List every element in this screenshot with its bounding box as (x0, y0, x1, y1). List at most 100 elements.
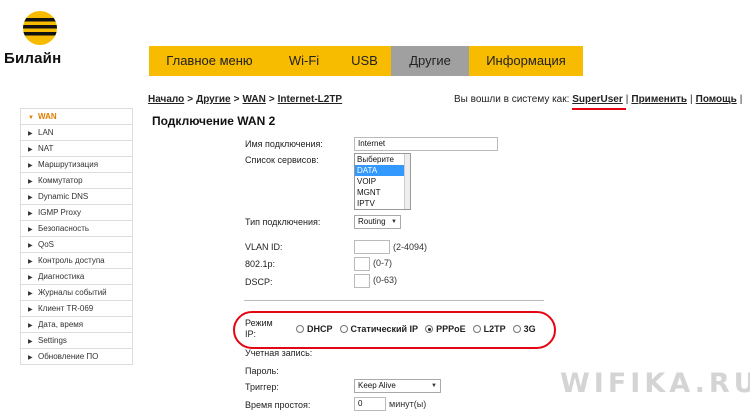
sidebar-item-nat[interactable]: ▶ NAT (20, 141, 133, 157)
sidebar-item-igmp[interactable]: ▶ IGMP Proxy (20, 205, 133, 221)
radio-button[interactable] (339, 325, 348, 333)
radio-button[interactable] (512, 325, 521, 333)
sidebar-item-label: Контроль доступа (38, 256, 105, 265)
sidebar-item-access-control[interactable]: ▶ Контроль доступа (20, 253, 133, 269)
radio-button[interactable] (472, 325, 481, 333)
vlan-id-input[interactable] (354, 240, 390, 254)
nav-other[interactable]: Другие (391, 46, 469, 76)
ip-mode-pppoe-radio[interactable]: PPPoE (425, 324, 466, 334)
section-divider (244, 300, 544, 301)
sidebar-item-settings[interactable]: ▶ Settings (20, 333, 133, 349)
radio-button-selected[interactable] (425, 325, 434, 333)
dscp-label: DSCP: (245, 277, 273, 287)
nav-wifi[interactable]: Wi-Fi (270, 46, 338, 76)
page-title: Подключение WAN 2 (152, 114, 276, 128)
service-option[interactable]: Выберите (355, 154, 410, 165)
service-option-selected[interactable]: DATA (355, 165, 410, 176)
service-option[interactable]: MGNT (355, 187, 410, 198)
sidebar-item-firmware-update[interactable]: ▶ Обновление ПО (20, 349, 133, 365)
ip-mode-dhcp-radio[interactable]: DHCP (296, 324, 333, 334)
breadcrumb-separator: > (268, 94, 275, 105)
sidebar-item-lan[interactable]: ▶ LAN (20, 125, 133, 141)
breadcrumb-other[interactable]: Другие (196, 94, 231, 105)
service-option[interactable]: IPTV (355, 198, 410, 209)
sidebar-item-qos[interactable]: ▶ QoS (20, 237, 133, 253)
sidebar-item-wan[interactable]: ▼ WAN (20, 109, 133, 125)
password-label: Пароль: (245, 366, 279, 376)
sidebar-item-label: Дата, время (38, 320, 84, 329)
breadcrumb-separator: > (187, 94, 194, 105)
trigger-select[interactable]: Keep Alive ▼ (354, 379, 441, 393)
dropdown-caret-icon: ▼ (431, 383, 437, 389)
8021p-input[interactable] (354, 257, 370, 271)
sidebar-item-datetime[interactable]: ▶ Дата, время (20, 317, 133, 333)
breadcrumb-home[interactable]: Начало (148, 94, 184, 105)
dscp-input[interactable] (354, 274, 370, 288)
ip-mode-l2tp-radio[interactable]: L2TP (472, 324, 506, 334)
chevron-right-icon: ▶ (28, 147, 33, 153)
breadcrumb-wan[interactable]: WAN (242, 94, 265, 105)
breadcrumb-separator: > (233, 94, 240, 105)
nav-usb[interactable]: USB (338, 46, 391, 76)
pipe-separator: | (739, 94, 743, 105)
chevron-right-icon: ▶ (28, 339, 33, 345)
sidebar-item-routing[interactable]: ▶ Маршрутизация (20, 157, 133, 173)
chevron-right-icon: ▶ (28, 323, 33, 329)
user-highlight-underline (572, 108, 626, 110)
sidebar-item-label: IGMP Proxy (38, 208, 81, 217)
chevron-right-icon: ▶ (28, 227, 33, 233)
radio-label: 3G (523, 324, 536, 334)
connection-name-input[interactable]: Internet (354, 137, 498, 151)
chevron-right-icon: ▶ (28, 275, 33, 281)
8021p-label: 802.1p: (245, 259, 276, 269)
ip-mode-radio-group: DHCP Статический IP PPPoE L2TP 3G (296, 324, 543, 334)
idle-time-input[interactable]: 0 (354, 397, 386, 411)
chevron-right-icon: ▶ (28, 131, 33, 137)
idle-time-unit: минут(ы) (389, 399, 427, 409)
sidebar-item-security[interactable]: ▶ Безопасность (20, 221, 133, 237)
help-link[interactable]: Помощь (696, 94, 737, 105)
beeline-logo[interactable]: Билайн (4, 10, 74, 70)
ip-mode-static-radio[interactable]: Статический IP (339, 324, 419, 334)
services-listbox[interactable]: Выберите DATA VOIP MGNT IPTV (354, 153, 411, 210)
beeline-logo-icon (23, 11, 57, 45)
listbox-scrollbar[interactable] (404, 154, 410, 209)
sidebar-item-event-logs[interactable]: ▶ Журналы событий (20, 285, 133, 301)
sidebar-item-ddns[interactable]: ▶ Dynamic DNS (20, 189, 133, 205)
sidebar-item-label: Маршрутизация (38, 160, 99, 169)
pipe-separator: | (625, 94, 629, 105)
sidebar: ▼ WAN ▶ LAN ▶ NAT ▶ Маршрутизация ▶ Коммутато… (20, 108, 133, 365)
connection-type-select[interactable]: Routing ▼ (354, 215, 401, 229)
chevron-right-icon: ▶ (28, 259, 33, 265)
sidebar-item-switch[interactable]: ▶ Коммутатор (20, 173, 133, 189)
apply-link[interactable]: Применить (631, 94, 687, 105)
chevron-right-icon: ▶ (28, 179, 33, 185)
watermark: WIFIKA.RU (560, 368, 750, 399)
sidebar-item-label: Dynamic DNS (38, 192, 89, 201)
pipe-separator: | (690, 94, 693, 105)
login-prefix: Вы вошли в систему как: (454, 94, 570, 105)
top-navigation: Главное меню Wi-Fi USB Другие Информация (149, 46, 583, 76)
service-option[interactable]: VOIP (355, 176, 410, 187)
sidebar-item-tr069[interactable]: ▶ Клиент TR-069 (20, 301, 133, 317)
sidebar-item-label: NAT (38, 144, 54, 153)
nav-main-menu[interactable]: Главное меню (149, 46, 270, 76)
chevron-right-icon: ▶ (28, 195, 33, 201)
sidebar-item-label: Коммутатор (38, 176, 83, 185)
trigger-label: Триггер: (245, 382, 279, 392)
radio-button[interactable] (296, 325, 304, 333)
breadcrumb-current[interactable]: Internet-L2TP (278, 94, 342, 105)
nav-info[interactable]: Информация (469, 46, 583, 76)
chevron-right-icon: ▶ (28, 211, 33, 217)
radio-label: Статический IP (350, 324, 419, 334)
idle-time-label: Время простоя: (245, 400, 311, 410)
sidebar-item-label: WAN (38, 112, 57, 121)
ip-mode-label: Режим IP: (245, 318, 273, 340)
login-user-link[interactable]: SuperUser (572, 94, 623, 105)
ip-mode-3g-radio[interactable]: 3G (512, 324, 536, 334)
8021p-hint: (0-7) (373, 258, 393, 268)
sidebar-item-diagnostics[interactable]: ▶ Диагностика (20, 269, 133, 285)
chevron-right-icon: ▶ (28, 163, 33, 169)
chevron-down-icon: ▼ (28, 115, 34, 121)
ip-mode-label-line2: IP: (245, 329, 257, 339)
